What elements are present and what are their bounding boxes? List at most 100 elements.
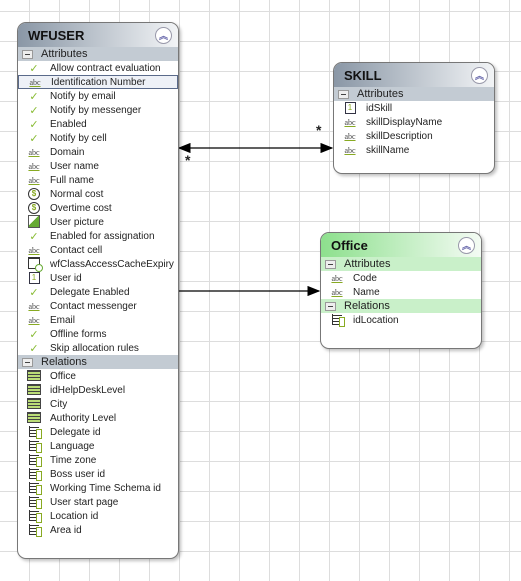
section-label: Attributes bbox=[344, 258, 391, 270]
attributes-item[interactable]: ✓ Offline forms bbox=[18, 327, 178, 341]
attributes-item[interactable]: abc Contact messenger bbox=[18, 299, 178, 313]
item-label: Location id bbox=[50, 510, 99, 522]
attributes-item[interactable]: ✓ Notify by email bbox=[18, 89, 178, 103]
entity-title: Office bbox=[331, 237, 368, 253]
item-label: Working Time Schema id bbox=[50, 482, 161, 494]
attributes-item[interactable]: abc Contact cell bbox=[18, 243, 178, 257]
attributes-item[interactable]: abc Domain bbox=[18, 145, 178, 159]
text-type-icon: abc bbox=[28, 147, 40, 157]
attributes-item[interactable]: abc skillName bbox=[334, 143, 494, 157]
relations-item[interactable]: Authority Level bbox=[18, 411, 178, 425]
datetime-icon bbox=[26, 257, 43, 272]
foreign-key-icon bbox=[26, 425, 42, 439]
text-type-icon: abc bbox=[344, 145, 356, 155]
relations-item[interactable]: Working Time Schema id bbox=[18, 481, 178, 495]
foreign-key-icon bbox=[26, 467, 42, 481]
attributes-item[interactable]: abc Name bbox=[321, 285, 481, 299]
number-type-icon: 1 bbox=[26, 272, 42, 284]
item-label: Office bbox=[50, 370, 76, 382]
multiplicity-skill-end: * bbox=[316, 122, 322, 138]
currency-icon: $ bbox=[26, 202, 42, 214]
item-label: Delegate Enabled bbox=[50, 286, 130, 298]
table-relation-icon bbox=[26, 383, 42, 397]
attributes-item[interactable]: wfClassAccessCacheExpiry bbox=[18, 257, 178, 272]
relations-item[interactable]: idHelpDeskLevel bbox=[18, 383, 178, 397]
relations-item[interactable]: Office bbox=[18, 369, 178, 383]
attributes-item[interactable]: ✓ Enabled bbox=[18, 117, 178, 131]
item-label: Authority Level bbox=[50, 412, 117, 424]
item-label: Contact messenger bbox=[50, 300, 137, 312]
item-label: wfClassAccessCacheExpiry bbox=[50, 258, 174, 270]
attributes-item[interactable]: ✓ Delegate Enabled bbox=[18, 285, 178, 299]
entity-title: WFUSER bbox=[28, 27, 85, 43]
collapse-section-icon[interactable] bbox=[22, 49, 33, 59]
attributes-item[interactable]: $ Overtime cost bbox=[18, 201, 178, 215]
attributes-item[interactable]: abc Identification Number bbox=[18, 75, 178, 89]
entity-header[interactable]: SKILL ︽ bbox=[334, 63, 494, 87]
attributes-item[interactable]: 1 User id bbox=[18, 271, 178, 285]
entity-wfuser[interactable]: WFUSER ︽ Attributes ✓ Allow contract evaluat… bbox=[17, 22, 179, 559]
relations-item[interactable]: Language bbox=[18, 439, 178, 453]
text-type-icon: abc bbox=[28, 161, 40, 171]
relations-item[interactable]: Location id bbox=[18, 509, 178, 523]
section-attributes[interactable]: Attributes bbox=[321, 257, 481, 271]
collapse-section-icon[interactable] bbox=[325, 259, 336, 269]
item-label: Enabled for assignation bbox=[50, 230, 155, 242]
table-relation-icon bbox=[26, 369, 42, 383]
relations-item[interactable]: Delegate id bbox=[18, 425, 178, 439]
collapse-section-icon[interactable] bbox=[325, 301, 336, 311]
collapse-icon[interactable]: ︽ bbox=[458, 236, 475, 254]
item-label: Offline forms bbox=[50, 328, 107, 340]
entity-header[interactable]: WFUSER ︽ bbox=[18, 23, 178, 47]
relations-item[interactable]: User start page bbox=[18, 495, 178, 509]
attributes-item[interactable]: abc skillDescription bbox=[334, 129, 494, 143]
relations-item[interactable]: Area id bbox=[18, 523, 178, 537]
entity-skill[interactable]: SKILL ︽ Attributes 1 idSkill abc skillDisplayN… bbox=[333, 62, 495, 174]
item-label: skillDisplayName bbox=[366, 116, 443, 128]
section-attributes[interactable]: Attributes bbox=[18, 47, 178, 61]
collapse-section-icon[interactable] bbox=[338, 89, 349, 99]
attributes-item[interactable]: abc skillDisplayName bbox=[334, 115, 494, 129]
section-attributes[interactable]: Attributes bbox=[334, 87, 494, 101]
item-label: User start page bbox=[50, 496, 119, 508]
item-label: Normal cost bbox=[50, 188, 104, 200]
entity-header[interactable]: Office ︽ bbox=[321, 233, 481, 257]
text-type-icon: abc bbox=[344, 131, 356, 141]
attributes-item[interactable]: ✓ Enabled for assignation bbox=[18, 229, 178, 243]
collapse-section-icon[interactable] bbox=[22, 357, 33, 367]
item-label: Identification Number bbox=[51, 76, 146, 88]
attributes-item[interactable]: abc Code bbox=[321, 271, 481, 285]
collapse-icon[interactable]: ︽ bbox=[155, 26, 172, 44]
section-label: Attributes bbox=[41, 48, 88, 60]
item-label: skillDescription bbox=[366, 130, 433, 142]
checkmark-icon: ✓ bbox=[29, 90, 39, 103]
attributes-item[interactable]: 1 idSkill bbox=[334, 101, 494, 115]
attributes-item[interactable]: ✓ Allow contract evaluation bbox=[18, 61, 178, 75]
item-label: Notify by messenger bbox=[50, 104, 142, 116]
text-type-icon: abc bbox=[28, 301, 40, 311]
item-label: Allow contract evaluation bbox=[50, 62, 161, 74]
item-label: Language bbox=[50, 440, 95, 452]
attributes-item[interactable]: abc Email bbox=[18, 313, 178, 327]
foreign-key-icon bbox=[26, 495, 42, 509]
relations-item[interactable]: Time zone bbox=[18, 453, 178, 467]
attributes-item[interactable]: abc User name bbox=[18, 159, 178, 173]
attributes-item[interactable]: $ Normal cost bbox=[18, 187, 178, 201]
collapse-icon[interactable]: ︽ bbox=[471, 66, 488, 84]
relations-item[interactable]: Boss user id bbox=[18, 467, 178, 481]
attributes-item[interactable]: ✓ Notify by messenger bbox=[18, 103, 178, 117]
attributes-item[interactable]: ✓ Skip allocation rules bbox=[18, 341, 178, 355]
section-relations[interactable]: Relations bbox=[321, 299, 481, 313]
item-label: Boss user id bbox=[50, 468, 106, 480]
item-label: Skip allocation rules bbox=[50, 342, 139, 354]
attributes-item[interactable]: ✓ Notify by cell bbox=[18, 131, 178, 145]
section-relations[interactable]: Relations bbox=[18, 355, 178, 369]
attributes-item[interactable]: User picture bbox=[18, 214, 178, 229]
item-label: City bbox=[50, 398, 68, 410]
attributes-item[interactable]: abc Full name bbox=[18, 173, 178, 187]
relations-item[interactable]: idLocation bbox=[321, 313, 481, 327]
text-type-icon: abc bbox=[28, 315, 40, 325]
entity-office[interactable]: Office ︽ Attributes abc Code abc Name Relations… bbox=[320, 232, 482, 349]
relations-item[interactable]: City bbox=[18, 397, 178, 411]
section-label: Attributes bbox=[357, 88, 404, 100]
